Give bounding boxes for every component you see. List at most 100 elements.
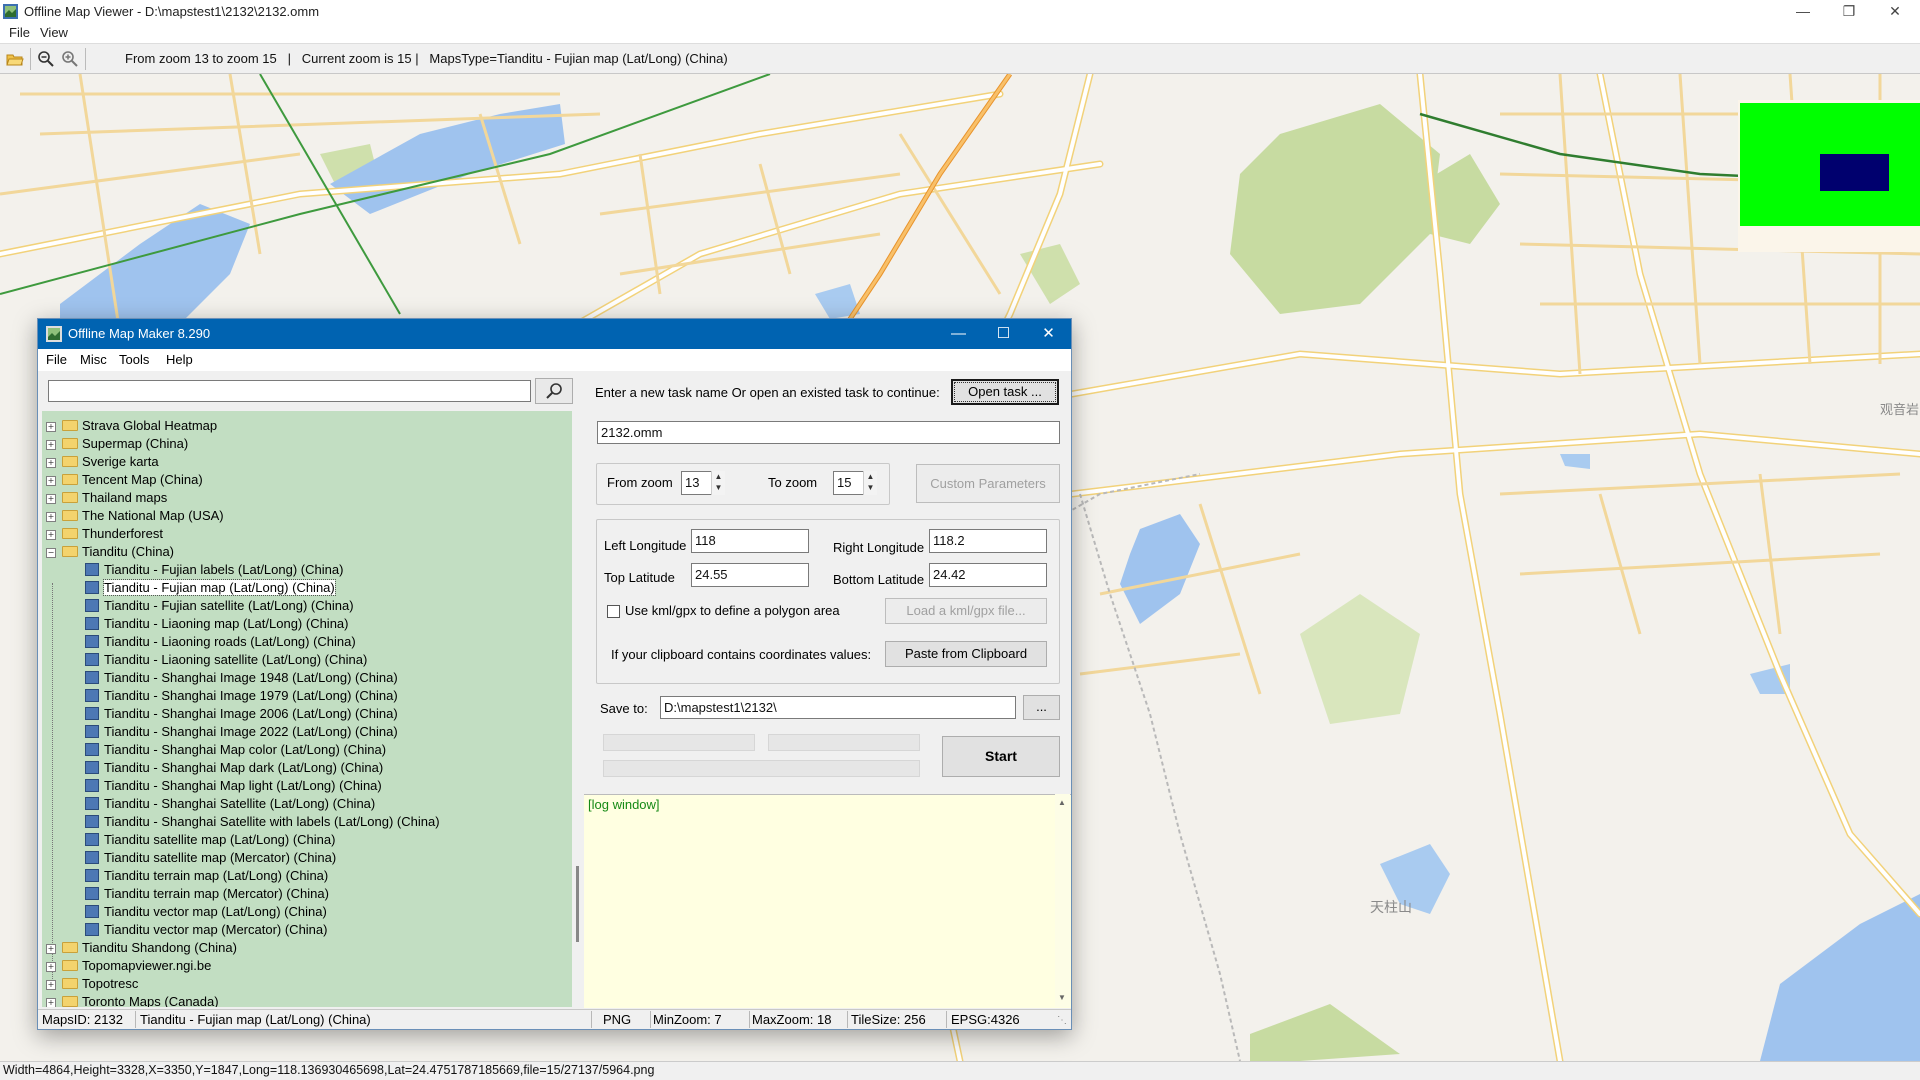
collapse-icon[interactable]: − <box>46 548 56 558</box>
menu-help[interactable]: Help <box>166 352 193 367</box>
tree-folder-item[interactable]: + Tencent Map (China) <box>42 471 572 489</box>
tree-folder-item[interactable]: + Thunderforest <box>42 525 572 543</box>
tree-folder-item[interactable]: + Supermap (China) <box>42 435 572 453</box>
minimize-icon[interactable]: — <box>936 319 981 349</box>
search-button[interactable] <box>535 378 573 404</box>
tree-map-item[interactable]: Tianditu - Shanghai Map color (Lat/Long)… <box>42 741 572 759</box>
load-kml-button[interactable]: Load a kml/gpx file... <box>885 598 1047 624</box>
browse-folder-button[interactable]: ... <box>1023 695 1060 720</box>
log-scrollbar[interactable]: ▲ ▼ <box>1055 794 1070 1007</box>
tree-item-label: Tianditu - Shanghai Map dark (Lat/Long) … <box>104 760 384 775</box>
expand-icon[interactable]: + <box>46 422 56 432</box>
tree-item-label: Tianditu vector map (Lat/Long) (China) <box>104 904 327 919</box>
tree-map-item[interactable]: Tianditu - Shanghai Map dark (Lat/Long) … <box>42 759 572 777</box>
tree-folder-item[interactable]: + Topotresc <box>42 975 572 993</box>
tree-map-item[interactable]: Tianditu vector map (Mercator) (China) <box>42 921 572 939</box>
toolbar-divider <box>85 48 86 70</box>
expand-icon[interactable]: + <box>46 530 56 540</box>
tree-folder-item[interactable]: + The National Map (USA) <box>42 507 572 525</box>
tree-item-label: Tianditu terrain map (Lat/Long) (China) <box>104 868 329 883</box>
tree-map-item[interactable]: Tianditu - Shanghai Satellite (Lat/Long)… <box>42 795 572 813</box>
tree-map-item[interactable]: Tianditu terrain map (Lat/Long) (China) <box>42 867 572 885</box>
expand-icon[interactable]: + <box>46 980 56 990</box>
dialog-status-bar: MapsID: 2132 Tianditu - Fujian map (Lat/… <box>38 1009 1071 1029</box>
log-window[interactable]: [log window] <box>584 794 1071 1008</box>
tree-folder-item[interactable]: + Thailand maps <box>42 489 572 507</box>
tree-item-label: Sverige karta <box>82 454 159 469</box>
tree-map-item[interactable]: Tianditu - Fujian satellite (Lat/Long) (… <box>42 597 572 615</box>
tree-folder-item[interactable]: + Tianditu Shandong (China) <box>42 939 572 957</box>
map-type-tree[interactable]: + Strava Global Heatmap + Supermap (China) +… <box>42 411 572 1007</box>
open-folder-icon[interactable] <box>6 50 24 68</box>
map-overview[interactable] <box>1738 100 1920 252</box>
expand-icon[interactable]: + <box>46 476 56 486</box>
tree-folder-item[interactable]: + Sverige karta <box>42 453 572 471</box>
save-path-input[interactable]: D:\mapstest1\2132\ <box>660 696 1016 719</box>
menu-tools[interactable]: Tools <box>119 352 149 367</box>
restore-icon[interactable]: ❐ <box>1826 0 1872 24</box>
map-search-input[interactable] <box>48 380 531 402</box>
left-longitude-input[interactable]: 118 <box>691 529 809 553</box>
expand-icon[interactable]: + <box>46 962 56 972</box>
expand-icon[interactable]: + <box>46 944 56 954</box>
map-layer-icon <box>85 581 99 594</box>
tree-map-item[interactable]: Tianditu - Liaoning map (Lat/Long) (Chin… <box>42 615 572 633</box>
tree-map-item[interactable]: Tianditu vector map (Lat/Long) (China) <box>42 903 572 921</box>
overview-viewport[interactable] <box>1820 154 1889 191</box>
resize-grip-icon[interactable]: ⋱ <box>1057 1015 1067 1026</box>
paste-clipboard-button[interactable]: Paste from Clipboard <box>885 641 1047 667</box>
tree-map-item[interactable]: Tianditu - Shanghai Image 2022 (Lat/Long… <box>42 723 572 741</box>
search-icon <box>546 383 562 399</box>
zoom-out-icon[interactable] <box>37 50 55 68</box>
tree-folder-item[interactable]: + Strava Global Heatmap <box>42 417 572 435</box>
close-icon[interactable]: ✕ <box>1026 319 1071 349</box>
close-icon[interactable]: ✕ <box>1872 0 1918 24</box>
tree-map-item[interactable]: Tianditu - Fujian labels (Lat/Long) (Chi… <box>42 561 572 579</box>
folder-icon <box>62 960 78 971</box>
right-longitude-input[interactable]: 118.2 <box>929 529 1047 553</box>
start-button[interactable]: Start <box>942 736 1060 777</box>
tree-map-item[interactable]: Tianditu - Shanghai Satellite with label… <box>42 813 572 831</box>
top-latitude-input[interactable]: 24.55 <box>691 563 809 587</box>
to-zoom-stepper-icon[interactable]: ▲ ▼ <box>863 471 877 495</box>
from-zoom-stepper-icon[interactable]: ▲ ▼ <box>711 471 725 495</box>
tree-map-item[interactable]: Tianditu satellite map (Mercator) (China… <box>42 849 572 867</box>
scroll-up-icon[interactable]: ▲ <box>1058 798 1066 807</box>
menu-file[interactable]: File <box>46 352 67 367</box>
tree-scrollbar-thumb[interactable] <box>576 866 579 942</box>
tree-map-item[interactable]: Tianditu - Liaoning roads (Lat/Long) (Ch… <box>42 633 572 651</box>
expand-icon[interactable]: + <box>46 494 56 504</box>
viewer-menu-view[interactable]: View <box>40 25 68 40</box>
tree-item-label: Tianditu - Shanghai Image 2006 (Lat/Long… <box>104 706 398 721</box>
tree-map-item[interactable]: Tianditu satellite map (Lat/Long) (China… <box>42 831 572 849</box>
expand-icon[interactable]: + <box>46 512 56 522</box>
tree-map-item[interactable]: Tianditu - Shanghai Image 2006 (Lat/Long… <box>42 705 572 723</box>
custom-parameters-button[interactable]: Custom Parameters <box>916 464 1060 503</box>
tree-folder-item[interactable]: + Toronto Maps (Canada) <box>42 993 572 1007</box>
bottom-latitude-input[interactable]: 24.42 <box>929 563 1047 587</box>
minimize-icon[interactable]: — <box>1780 0 1826 24</box>
tree-map-item[interactable]: Tianditu terrain map (Mercator) (China) <box>42 885 572 903</box>
tree-folder-item[interactable]: + Topomapviewer.ngi.be <box>42 957 572 975</box>
tree-map-item[interactable]: Tianditu - Liaoning satellite (Lat/Long)… <box>42 651 572 669</box>
zoom-in-icon[interactable] <box>61 50 79 68</box>
viewer-menu-file[interactable]: File <box>9 25 30 40</box>
scroll-down-icon[interactable]: ▼ <box>1058 993 1066 1002</box>
tree-map-item[interactable]: Tianditu - Shanghai Image 1979 (Lat/Long… <box>42 687 572 705</box>
expand-icon[interactable]: + <box>46 440 56 450</box>
expand-icon[interactable]: + <box>46 458 56 468</box>
maximize-icon[interactable]: ☐ <box>981 319 1026 349</box>
expand-icon[interactable]: + <box>46 998 56 1007</box>
tree-map-item[interactable]: Tianditu - Fujian map (Lat/Long) (China) <box>42 579 572 597</box>
tree-item-label: Thailand maps <box>82 490 168 505</box>
status-divider <box>135 1011 136 1028</box>
menu-misc[interactable]: Misc <box>80 352 107 367</box>
open-task-button[interactable]: Open task ... <box>951 379 1059 405</box>
tree-item-label: Tianditu vector map (Mercator) (China) <box>104 922 328 937</box>
tree-map-item[interactable]: Tianditu - Shanghai Map light (Lat/Long)… <box>42 777 572 795</box>
tree-map-item[interactable]: Tianditu - Shanghai Image 1948 (Lat/Long… <box>42 669 572 687</box>
status-divider <box>591 1011 592 1028</box>
task-name-input[interactable]: 2132.omm <box>597 421 1060 444</box>
tree-folder-item[interactable]: − Tianditu (China) <box>42 543 572 561</box>
kml-polygon-checkbox[interactable] <box>607 605 620 618</box>
